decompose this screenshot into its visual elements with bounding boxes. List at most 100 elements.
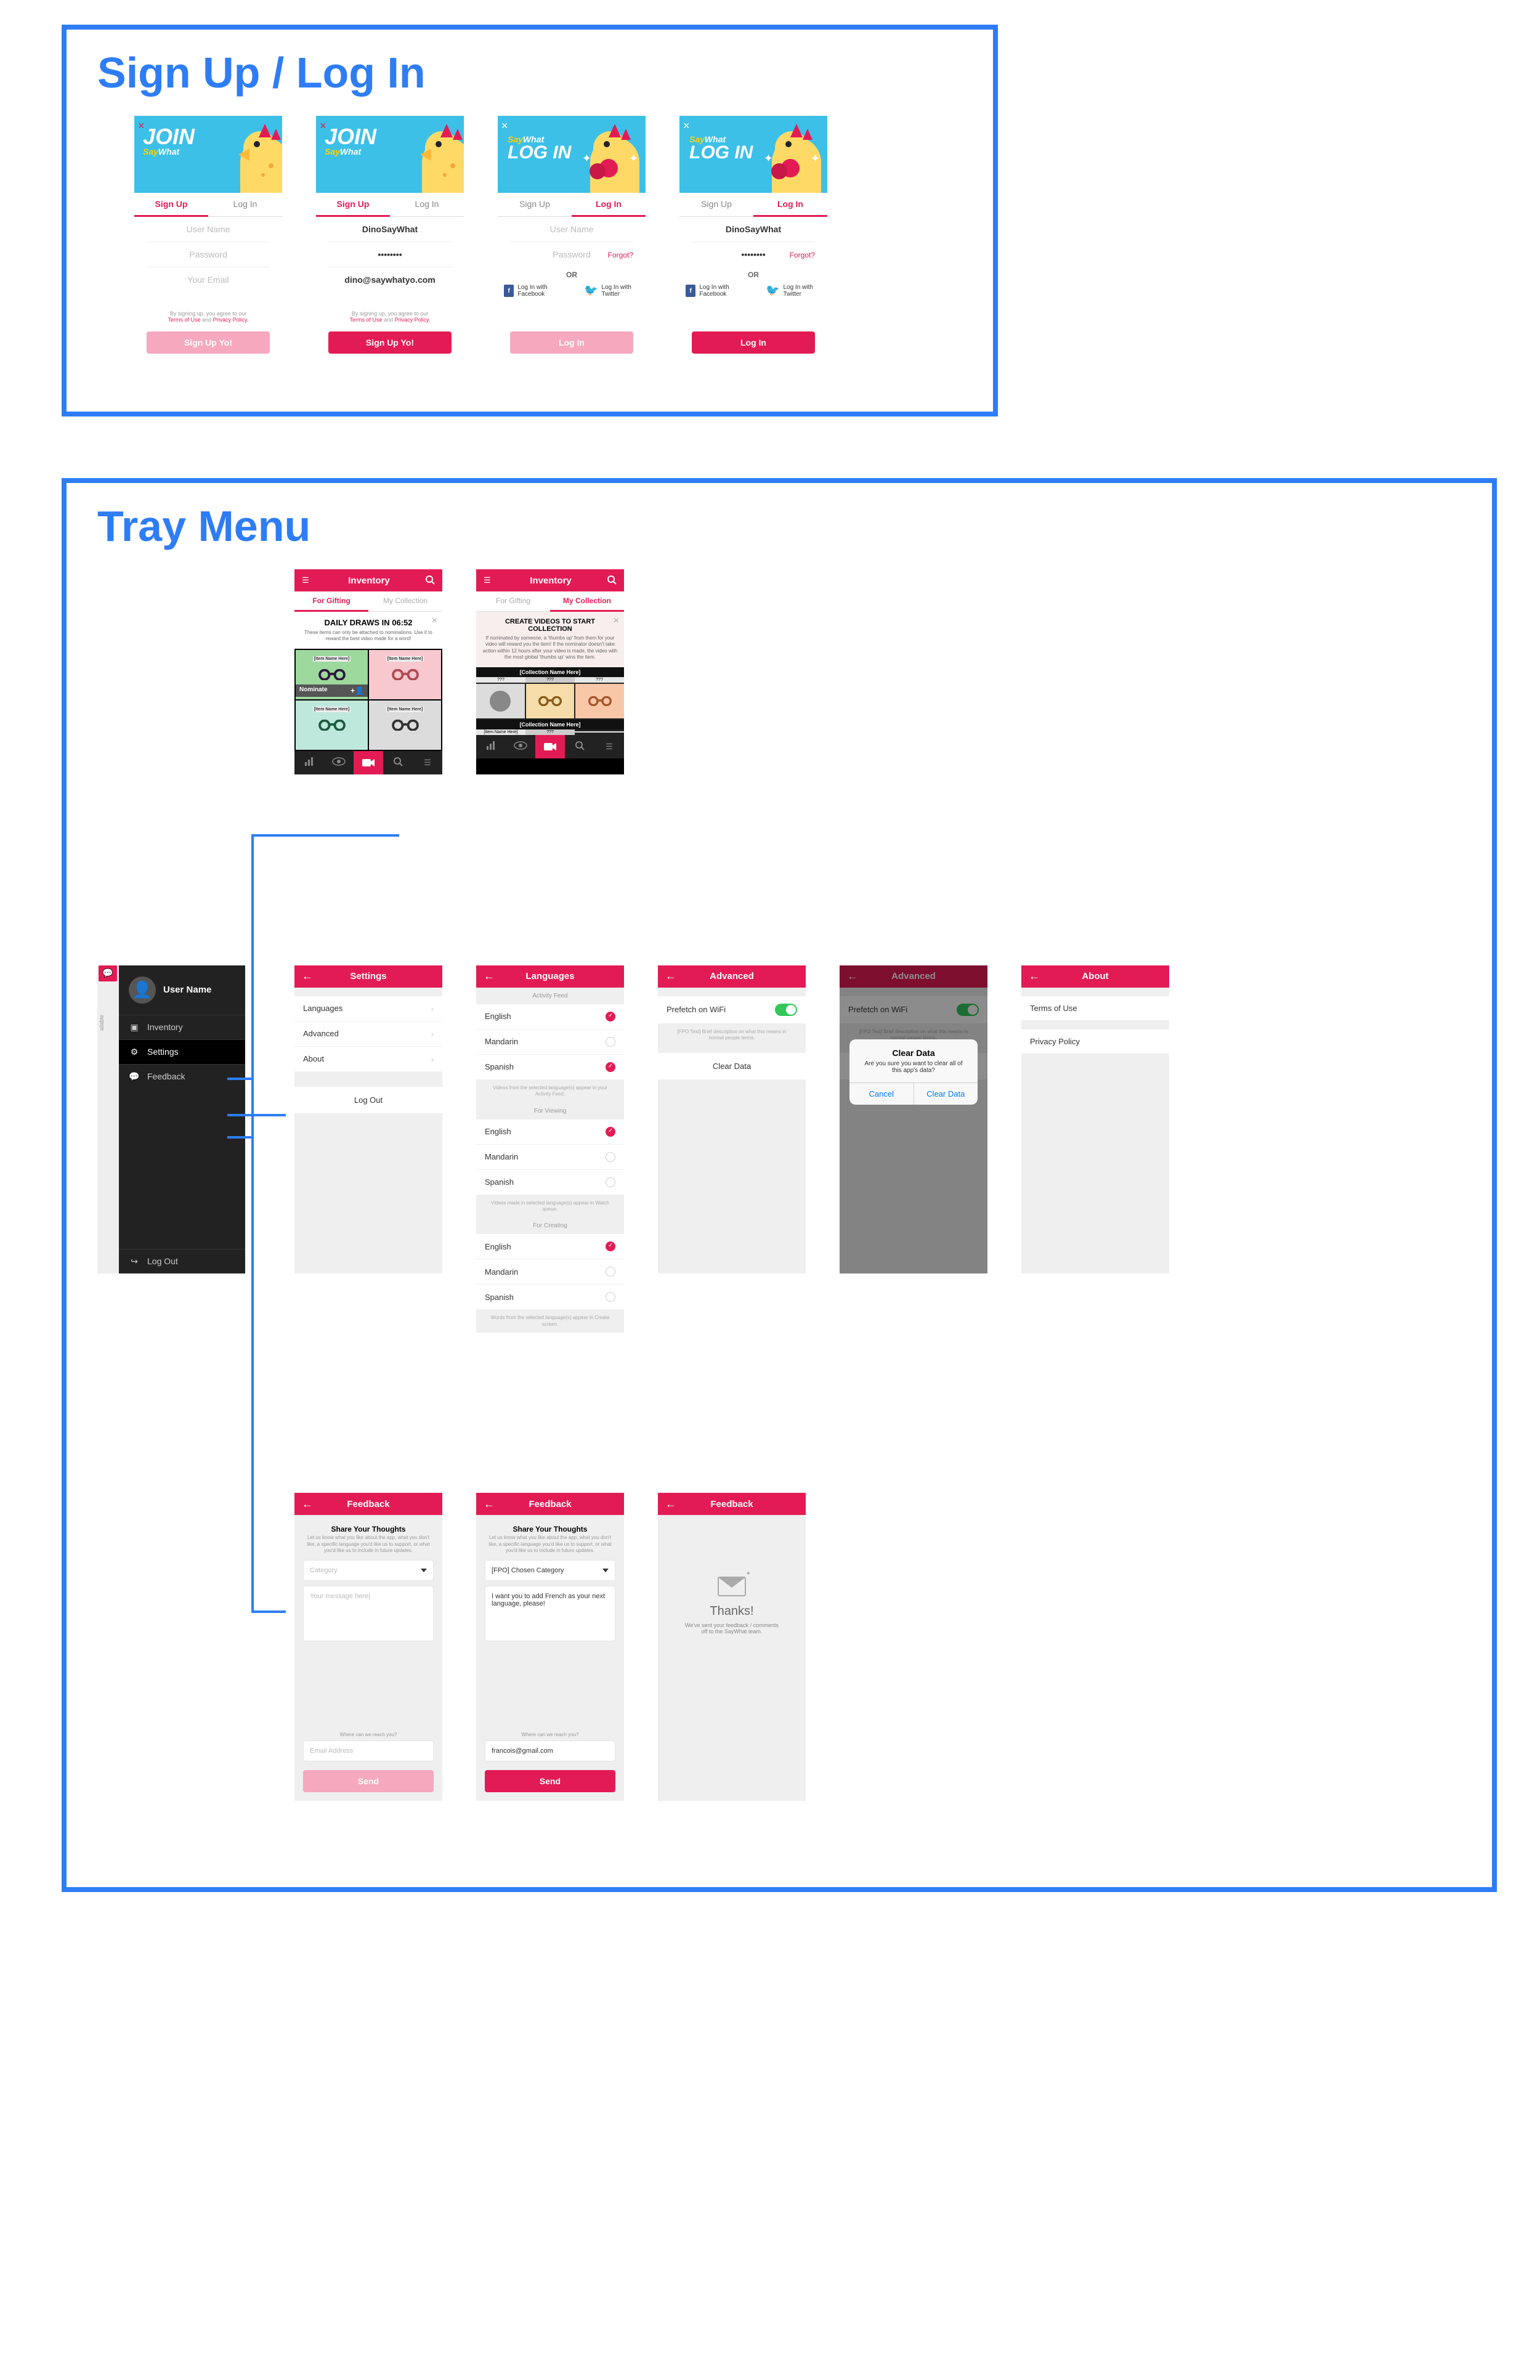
email-input[interactable]: francois@gmail.com bbox=[485, 1740, 615, 1761]
tab-login[interactable]: Log In bbox=[390, 193, 464, 216]
row-about[interactable]: About› bbox=[294, 1047, 442, 1071]
login-twitter[interactable]: 🐦Log In with Twitter bbox=[766, 284, 821, 298]
nav-record[interactable] bbox=[354, 751, 383, 774]
lang-spanish[interactable]: Spanish bbox=[476, 1285, 624, 1309]
login-button[interactable]: Log In bbox=[692, 331, 815, 354]
item-tile[interactable]: [Item Name Here]Nominate+👤 bbox=[296, 650, 368, 699]
login-button[interactable]: Log In bbox=[510, 331, 633, 354]
back-icon[interactable]: ← bbox=[1029, 970, 1040, 983]
signup-button[interactable]: Sign Up Yo! bbox=[147, 331, 270, 354]
tray-item-logout[interactable]: ↪Log Out bbox=[119, 1249, 245, 1273]
nav-record[interactable] bbox=[535, 735, 565, 758]
modal-overlay[interactable] bbox=[840, 965, 987, 1273]
toggle-on-icon[interactable] bbox=[775, 1004, 797, 1016]
tab-my-collection[interactable]: My Collection bbox=[550, 591, 624, 612]
alert-confirm-button[interactable]: Clear Data bbox=[914, 1083, 978, 1105]
email-field[interactable]: dino@saywhatyo.com bbox=[316, 267, 464, 292]
nav-leaderboard[interactable] bbox=[294, 756, 324, 769]
tab-login[interactable]: Log In bbox=[572, 193, 646, 217]
close-icon[interactable]: × bbox=[614, 615, 619, 627]
pp-link[interactable]: Privacy Policy. bbox=[395, 317, 431, 323]
username-field[interactable]: DinoSayWhat bbox=[328, 217, 452, 242]
item-tile[interactable]: [Item Name Here] bbox=[369, 701, 441, 750]
tray-item-feedback[interactable]: 💬Feedback bbox=[119, 1064, 245, 1089]
back-icon[interactable]: ← bbox=[484, 1498, 495, 1511]
nav-search[interactable] bbox=[565, 741, 594, 752]
menu-icon[interactable]: ☰ bbox=[484, 575, 495, 585]
item-tile[interactable]: [Item Name Here] bbox=[296, 701, 368, 750]
back-icon[interactable]: ← bbox=[665, 970, 676, 983]
tab-my-collection[interactable]: My Collection bbox=[368, 591, 442, 612]
tab-signup[interactable]: Sign Up bbox=[498, 193, 572, 216]
back-icon[interactable]: ← bbox=[302, 1498, 313, 1511]
send-button[interactable]: Send bbox=[485, 1770, 615, 1792]
tab-for-gifting[interactable]: For Gifting bbox=[476, 591, 550, 612]
password-field[interactable]: •••••••• bbox=[328, 242, 452, 267]
password-field[interactable]: Password bbox=[147, 242, 270, 267]
message-textarea[interactable]: I want you to add French as your next la… bbox=[485, 1586, 615, 1641]
forgot-link[interactable]: Forgot? bbox=[498, 251, 646, 259]
tos-link[interactable]: Terms of Use bbox=[350, 317, 383, 323]
row-languages[interactable]: Languages› bbox=[294, 996, 442, 1021]
login-facebook[interactable]: fLog In with Facebook bbox=[686, 284, 747, 298]
tray-item-settings[interactable]: ⚙Settings bbox=[119, 1039, 245, 1064]
close-icon[interactable]: × bbox=[683, 120, 690, 132]
tray-user[interactable]: 👤 User Name bbox=[119, 965, 245, 1015]
tab-signup[interactable]: Sign Up bbox=[316, 193, 390, 217]
email-input[interactable]: Email Address bbox=[303, 1740, 434, 1761]
tab-signup[interactable]: Sign Up bbox=[134, 193, 208, 217]
login-facebook[interactable]: fLog In with Facebook bbox=[504, 284, 565, 298]
menu-icon[interactable]: ☰ bbox=[302, 575, 313, 585]
lang-english[interactable]: English bbox=[476, 1234, 624, 1259]
tab-for-gifting[interactable]: For Gifting bbox=[294, 591, 368, 612]
category-select[interactable]: [FPO] Chosen Category bbox=[485, 1560, 615, 1581]
logout-button[interactable]: Log Out bbox=[294, 1087, 442, 1113]
collection-slot[interactable] bbox=[575, 684, 624, 718]
item-tile[interactable]: [Item Name Here] bbox=[369, 650, 441, 699]
forgot-link[interactable]: Forgot? bbox=[679, 251, 827, 259]
nominate-button[interactable]: Nominate+👤 bbox=[296, 684, 368, 697]
pp-link[interactable]: Privacy Policy. bbox=[213, 317, 249, 323]
nav-leaderboard[interactable] bbox=[476, 740, 506, 753]
lang-english[interactable]: English bbox=[476, 1004, 624, 1029]
lang-english[interactable]: English bbox=[476, 1119, 624, 1144]
send-button[interactable]: Send bbox=[303, 1770, 434, 1792]
tab-login[interactable]: Log In bbox=[753, 193, 827, 217]
tab-signup[interactable]: Sign Up bbox=[679, 193, 753, 216]
lang-mandarin[interactable]: Mandarin bbox=[476, 1030, 624, 1054]
search-icon[interactable] bbox=[425, 575, 435, 587]
tab-login[interactable]: Log In bbox=[208, 193, 282, 216]
tos-link[interactable]: Terms of Use bbox=[168, 317, 201, 323]
lang-mandarin[interactable]: Mandarin bbox=[476, 1145, 624, 1169]
lang-spanish[interactable]: Spanish bbox=[476, 1170, 624, 1195]
email-field[interactable]: Your Email bbox=[134, 267, 282, 292]
nav-menu[interactable]: ☰ bbox=[413, 758, 442, 768]
search-icon[interactable] bbox=[607, 575, 617, 587]
nav-menu[interactable]: ☰ bbox=[594, 742, 624, 752]
username-field[interactable]: DinoSayWhat bbox=[692, 217, 815, 242]
nav-view[interactable] bbox=[324, 757, 354, 768]
username-field[interactable]: User Name bbox=[147, 217, 270, 242]
message-textarea[interactable]: Your message here| bbox=[303, 1586, 434, 1641]
lang-mandarin[interactable]: Mandarin bbox=[476, 1259, 624, 1284]
record-icon[interactable]: 💬 bbox=[99, 965, 117, 981]
back-icon[interactable]: ← bbox=[302, 970, 313, 983]
back-icon[interactable]: ← bbox=[665, 1498, 676, 1511]
row-terms-of-use[interactable]: Terms of Use bbox=[1021, 996, 1169, 1020]
close-icon[interactable]: × bbox=[501, 120, 508, 132]
nav-view[interactable] bbox=[506, 741, 535, 752]
category-select[interactable]: Category bbox=[303, 1560, 434, 1581]
close-icon[interactable]: × bbox=[432, 615, 437, 627]
row-privacy-policy[interactable]: Privacy Policy bbox=[1021, 1030, 1169, 1054]
row-advanced[interactable]: Advanced› bbox=[294, 1021, 442, 1046]
tray-item-inventory[interactable]: ▣Inventory bbox=[119, 1015, 245, 1039]
nav-search[interactable] bbox=[383, 757, 413, 768]
login-twitter[interactable]: 🐦Log In with Twitter bbox=[584, 284, 639, 298]
collection-slot-empty[interactable] bbox=[476, 684, 525, 718]
lang-spanish[interactable]: Spanish bbox=[476, 1055, 624, 1079]
collection-slot[interactable] bbox=[526, 684, 575, 718]
username-field[interactable]: User Name bbox=[510, 217, 633, 242]
row-prefetch[interactable]: Prefetch on WiFi bbox=[658, 996, 806, 1023]
clear-data-button[interactable]: Clear Data bbox=[658, 1053, 806, 1079]
signup-button[interactable]: Sign Up Yo! bbox=[328, 331, 452, 354]
